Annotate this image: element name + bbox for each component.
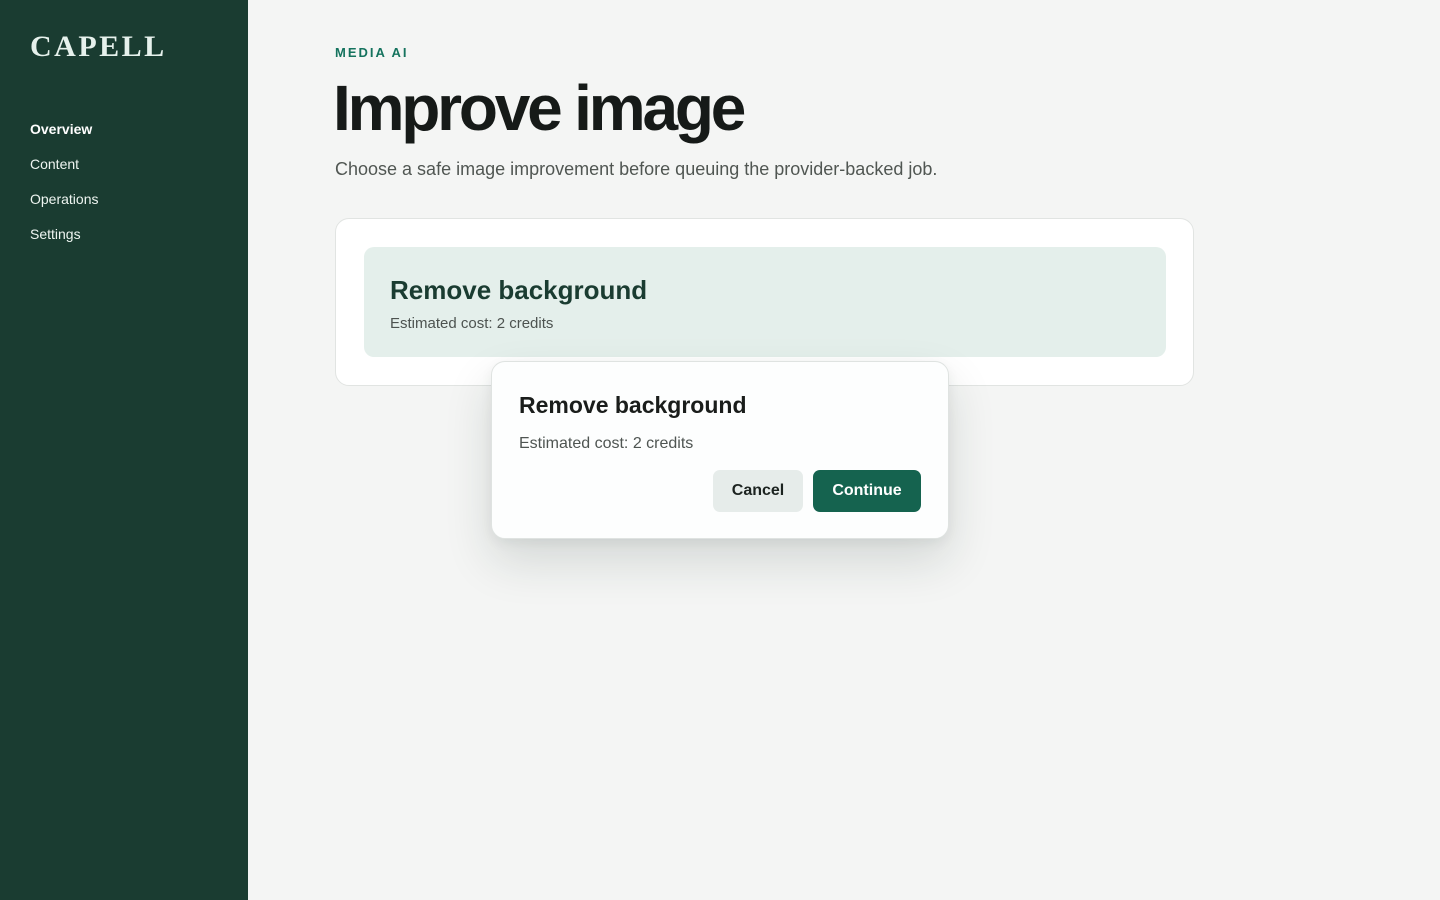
continue-button[interactable]: Continue xyxy=(813,470,921,512)
sidebar-nav: Overview Content Operations Settings xyxy=(30,121,98,261)
option-title: Remove background xyxy=(390,275,648,305)
option-card-remove-background[interactable]: Remove background Estimated cost: 2 cred… xyxy=(364,247,1166,357)
sidebar-item-operations[interactable]: Operations xyxy=(30,191,98,226)
sidebar-item-overview[interactable]: Overview xyxy=(30,121,98,156)
sidebar-item-settings[interactable]: Settings xyxy=(30,226,98,261)
sidebar: CAPELL Overview Content Operations Setti… xyxy=(0,0,248,900)
brand-logo[interactable]: CAPELL xyxy=(30,30,167,64)
option-cost: Estimated cost: 2 credits xyxy=(390,315,554,332)
page-title: Improve image xyxy=(333,72,746,144)
section-eyebrow: MEDIA AI xyxy=(335,45,409,60)
sidebar-item-content[interactable]: Content xyxy=(30,156,98,191)
confirm-dialog: Remove background Estimated cost: 2 cred… xyxy=(491,361,949,539)
page-subtitle: Choose a safe image improvement before q… xyxy=(335,159,938,179)
cancel-button[interactable]: Cancel xyxy=(713,470,803,512)
dialog-title: Remove background xyxy=(519,392,747,418)
dialog-cost: Estimated cost: 2 credits xyxy=(519,435,694,452)
